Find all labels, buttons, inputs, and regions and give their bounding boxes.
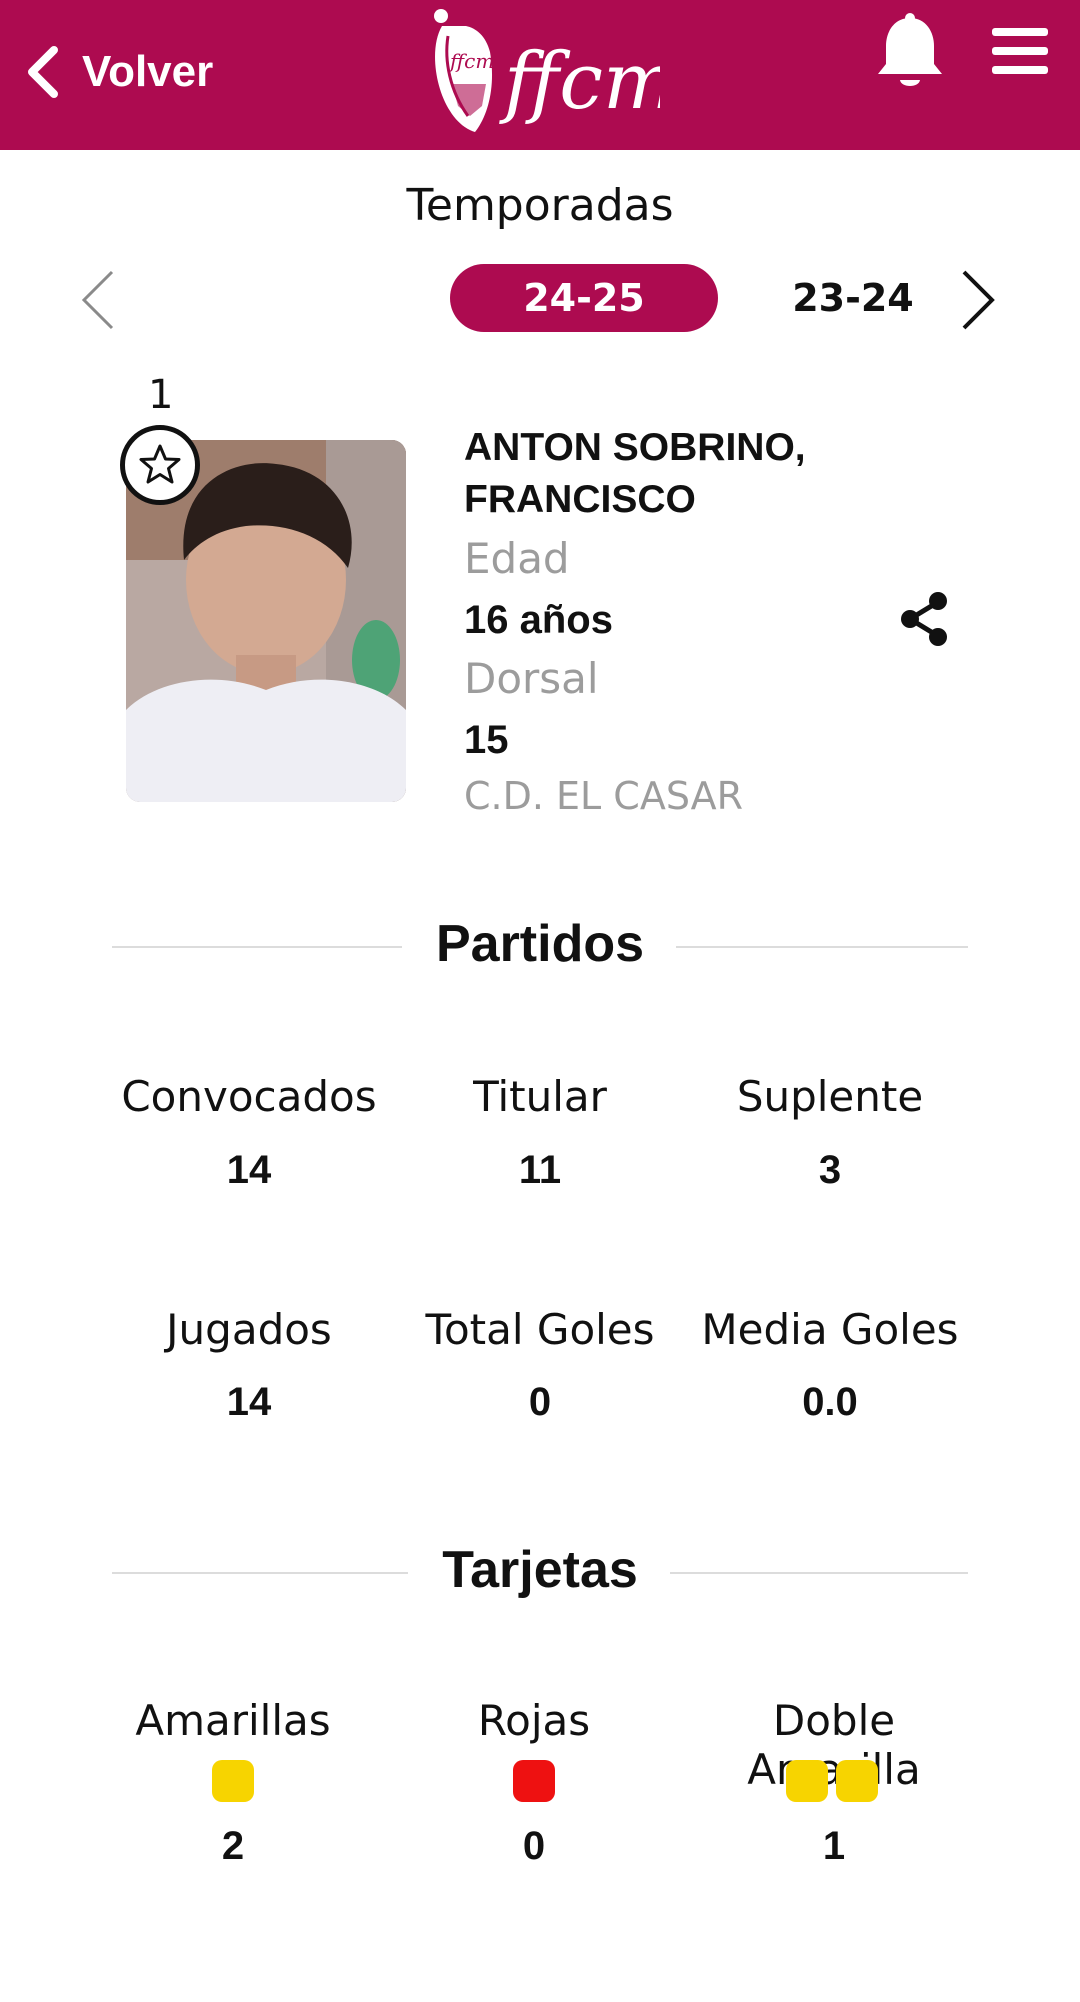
stat-value: 14 — [226, 1380, 272, 1424]
seasons-title: Temporadas — [406, 180, 674, 231]
svg-text:ffcm: ffcm — [448, 49, 494, 73]
tarjetas-section-header: Tarjetas — [112, 1532, 968, 1612]
partidos-section-header: Partidos — [112, 906, 968, 986]
partidos-title: Partidos — [435, 915, 645, 973]
tarjetas-title: Tarjetas — [442, 1541, 638, 1599]
stat-value: 11 — [518, 1148, 562, 1192]
card-label-doble-amarilla: Doble Amarilla — [747, 1696, 921, 1794]
back-label: Volver — [82, 47, 214, 96]
dorsal-label: Dorsal — [464, 654, 599, 703]
favorite-button[interactable] — [120, 425, 200, 505]
menu-icon[interactable] — [990, 26, 1050, 76]
yellow-card-icon — [836, 1760, 878, 1802]
stat-label: Convocados — [121, 1072, 377, 1121]
age-label: Edad — [464, 534, 570, 583]
chevron-left-icon[interactable] — [78, 268, 118, 332]
star-icon — [139, 444, 181, 484]
chevron-right-icon[interactable] — [958, 268, 998, 332]
share-icon[interactable] — [896, 590, 952, 648]
player-name: ANTON SOBRINO, FRANCISCO — [464, 422, 884, 526]
red-card-icon — [513, 1760, 555, 1802]
card-value-amarillas: 2 — [221, 1824, 245, 1868]
ffcm-logo[interactable]: ffcm ffcm — [430, 6, 660, 134]
age-value: 16 años — [464, 598, 613, 642]
yellow-card-icon — [212, 1760, 254, 1802]
stat-value: 3 — [818, 1148, 842, 1192]
stat-label: Suplente — [736, 1072, 924, 1121]
season-tab-active[interactable]: 24-25 — [450, 264, 718, 332]
stat-value: 0 — [528, 1380, 552, 1424]
bell-icon[interactable] — [874, 12, 946, 94]
card-label-amarillas: Amarillas — [135, 1696, 331, 1745]
chevron-left-icon — [28, 46, 58, 98]
card-value-doble-amarilla: 1 — [822, 1824, 846, 1868]
club-name: C.D. EL CASAR — [464, 774, 744, 818]
player-name-line2: FRANCISCO — [464, 478, 696, 521]
yellow-card-icon — [786, 1760, 828, 1802]
stat-label: Titular — [473, 1072, 607, 1121]
season-tab[interactable]: 23-24 — [768, 264, 938, 332]
card-label-rojas: Rojas — [477, 1696, 591, 1745]
stat-label: Total Goles — [425, 1305, 655, 1354]
stat-label: Jugados — [166, 1305, 332, 1354]
logo-text: ffcm — [499, 37, 660, 127]
stat-label: Media Goles — [701, 1305, 959, 1354]
card-value-rojas: 0 — [522, 1824, 546, 1868]
player-name-line1: ANTON SOBRINO, — [464, 426, 806, 469]
dorsal-value: 15 — [464, 718, 509, 762]
player-rank: 1 — [148, 372, 174, 418]
back-button[interactable]: Volver — [22, 42, 213, 102]
stat-value: 14 — [226, 1148, 272, 1192]
app-header: Volver ffcm ffcm — [0, 0, 1080, 150]
stat-value: 0.0 — [802, 1380, 858, 1424]
